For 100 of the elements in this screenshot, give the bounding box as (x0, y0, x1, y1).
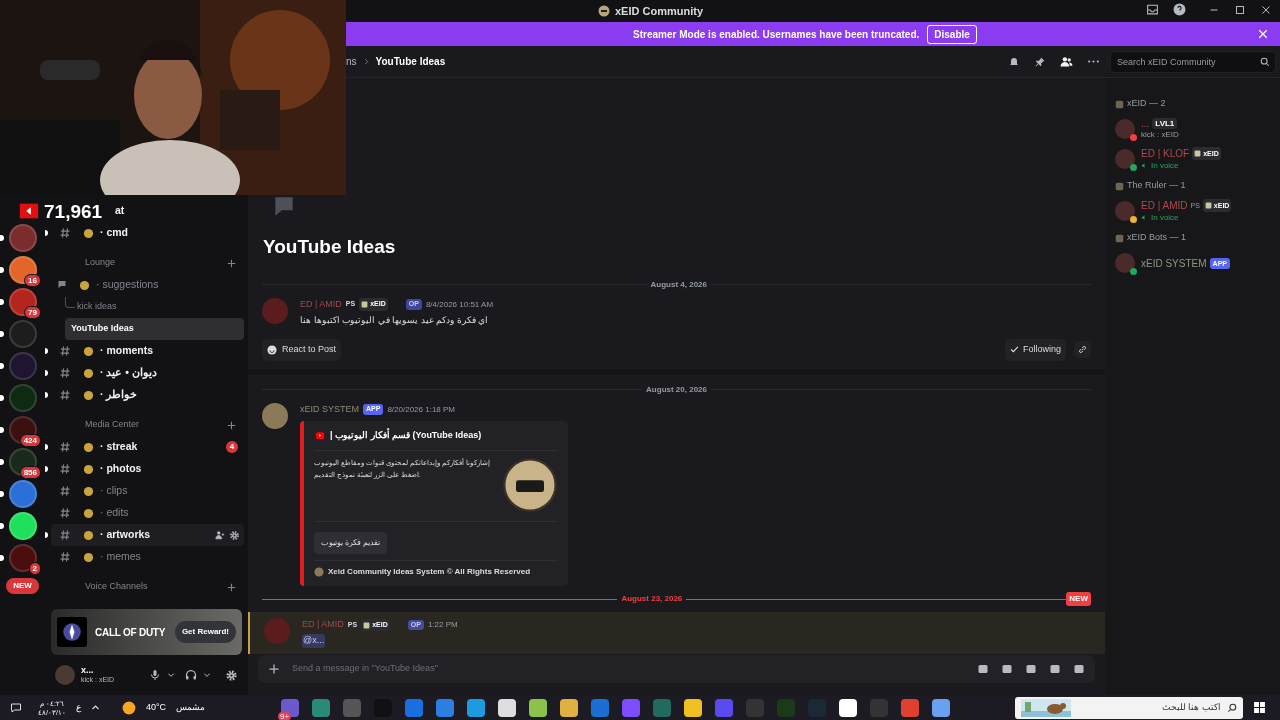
notification-badge: 16 (24, 274, 41, 287)
channel-name: at (115, 203, 125, 219)
channel-name: · clips (100, 483, 128, 499)
role-icon (1115, 233, 1124, 243)
app-icon[interactable]: 9+ (281, 698, 299, 717)
category-name[interactable]: Voice Channels (85, 580, 227, 594)
add-member-icon[interactable] (215, 530, 225, 540)
react-button[interactable]: React to Post (262, 339, 342, 361)
chevron-down-icon[interactable] (167, 671, 175, 679)
apps-icon[interactable] (1073, 663, 1085, 675)
thread-item[interactable]: kick ideas (51, 296, 244, 318)
author-name[interactable]: xEID SYSTEM (300, 402, 359, 417)
timestamp: 8/20/2026 1:18 PM (387, 403, 456, 416)
members-icon[interactable] (1060, 55, 1073, 68)
server-icon[interactable] (8, 512, 37, 540)
add-icon[interactable] (268, 663, 280, 675)
member-name: xEID SYSTEM (1141, 257, 1207, 269)
settings-icon[interactable] (225, 668, 238, 682)
server-icon[interactable] (8, 448, 37, 476)
channel-item[interactable]: · streak 4 (51, 436, 244, 458)
headphones-icon[interactable] (185, 669, 197, 681)
thread-item[interactable]: YouTube Ideas (65, 318, 244, 340)
taskbar-search-bar[interactable]: اكتب هنا للبحث (1015, 696, 1243, 719)
member-group-title: xEID Bots — 1 (1127, 231, 1187, 245)
app-icon[interactable] (932, 698, 950, 717)
app-icon[interactable] (529, 698, 547, 717)
channel-item[interactable]: · خواطر (51, 384, 244, 406)
channel-name: · streak (100, 439, 138, 455)
channel-name: · suggestions (96, 277, 159, 293)
voice-icon (1141, 214, 1148, 221)
emoji-icon (267, 344, 277, 355)
channel-item[interactable]: · moments (51, 340, 244, 362)
member-group-title: The Ruler — 1 (1127, 179, 1186, 193)
server-icon[interactable] (8, 288, 37, 316)
server-icon[interactable] (8, 256, 37, 284)
role-icon (363, 621, 371, 629)
emoji-icon (83, 345, 94, 357)
close-icon[interactable] (1258, 29, 1268, 39)
microphone-icon[interactable] (149, 669, 161, 681)
chevron-up-icon[interactable] (90, 703, 100, 712)
server-icon[interactable] (8, 416, 37, 444)
breadcrumb-link[interactable]: ns (346, 54, 357, 69)
thread-title: YouTube Ideas (263, 235, 397, 259)
app-icon[interactable] (467, 698, 485, 717)
member-status: In voice (1151, 212, 1179, 223)
help-icon[interactable] (1173, 3, 1186, 16)
viewer-count: 71,961 (44, 201, 103, 221)
gift-icon[interactable] (977, 663, 989, 675)
channel-item[interactable]: · memes (51, 546, 244, 568)
category-name[interactable]: Media Center (85, 418, 227, 432)
copy-link-button[interactable] (1074, 341, 1091, 359)
role-icon (1115, 181, 1124, 191)
member-name: ED | AMID (1141, 200, 1188, 211)
search-field[interactable]: Search xEID Community (1110, 50, 1276, 73)
hash-icon (59, 441, 71, 453)
pin-icon[interactable] (1034, 55, 1046, 68)
inbox-icon[interactable] (1146, 3, 1159, 16)
channel-item[interactable]: · edits (51, 502, 244, 524)
channel-item[interactable]: at (109, 200, 125, 222)
notification-badge: 9+ (278, 711, 292, 720)
channel-item[interactable]: · clips (51, 480, 244, 502)
message-text: اي فكرة ودكم عيد يسويها في اليوتيوب اكتبوها هنا (300, 313, 489, 327)
channel-item[interactable]: · cmd (51, 222, 244, 244)
get-reward-button[interactable]: Get Reward! (174, 621, 236, 643)
add-icon[interactable] (227, 258, 236, 268)
channel-item[interactable]: · ديوان • عيد (51, 362, 244, 384)
avatar (262, 402, 288, 429)
app-icon[interactable] (560, 698, 578, 717)
submit-idea-button[interactable]: تقديم فكرة يوتيوب (314, 532, 388, 554)
channel-name: · ديوان • عيد (100, 365, 157, 381)
app-icon[interactable] (498, 698, 516, 717)
add-icon[interactable] (227, 582, 236, 592)
bell-icon[interactable] (1008, 55, 1020, 68)
check-icon (1009, 345, 1019, 355)
channel-name: kick ideas (77, 300, 117, 314)
notification-icon[interactable] (10, 701, 22, 714)
emoji-icon[interactable] (1049, 663, 1061, 675)
gif-icon[interactable] (1001, 663, 1013, 675)
settings-icon[interactable] (229, 529, 240, 541)
disable-button[interactable]: Disable (927, 24, 977, 44)
search-field[interactable]: اكتب هنا للبحث (1077, 700, 1221, 715)
chevron-down-icon[interactable] (203, 671, 211, 679)
hash-icon (59, 551, 71, 563)
channel-item[interactable]: · suggestions (51, 274, 244, 296)
channel-item[interactable]: · photos (51, 458, 244, 480)
language-indicator[interactable]: ع (75, 700, 81, 715)
app-icon[interactable] (839, 698, 857, 717)
channel-name: · photos (100, 461, 142, 477)
windows-icon[interactable] (1253, 701, 1266, 714)
app-icon[interactable] (684, 698, 702, 717)
sticker-icon[interactable] (1025, 663, 1037, 675)
following-button[interactable]: Following (1004, 339, 1066, 361)
message-text: @x... (302, 634, 326, 648)
category-name[interactable]: Lounge (85, 256, 227, 270)
maximize-icon[interactable] (1234, 3, 1246, 16)
date-divider: August 4, 2026 (649, 278, 708, 291)
close-icon[interactable] (1260, 3, 1272, 16)
member-item[interactable]: ... LVL1 kick : xEID (1115, 114, 1270, 144)
member-name: ... (1141, 118, 1150, 129)
add-icon[interactable] (227, 420, 236, 430)
